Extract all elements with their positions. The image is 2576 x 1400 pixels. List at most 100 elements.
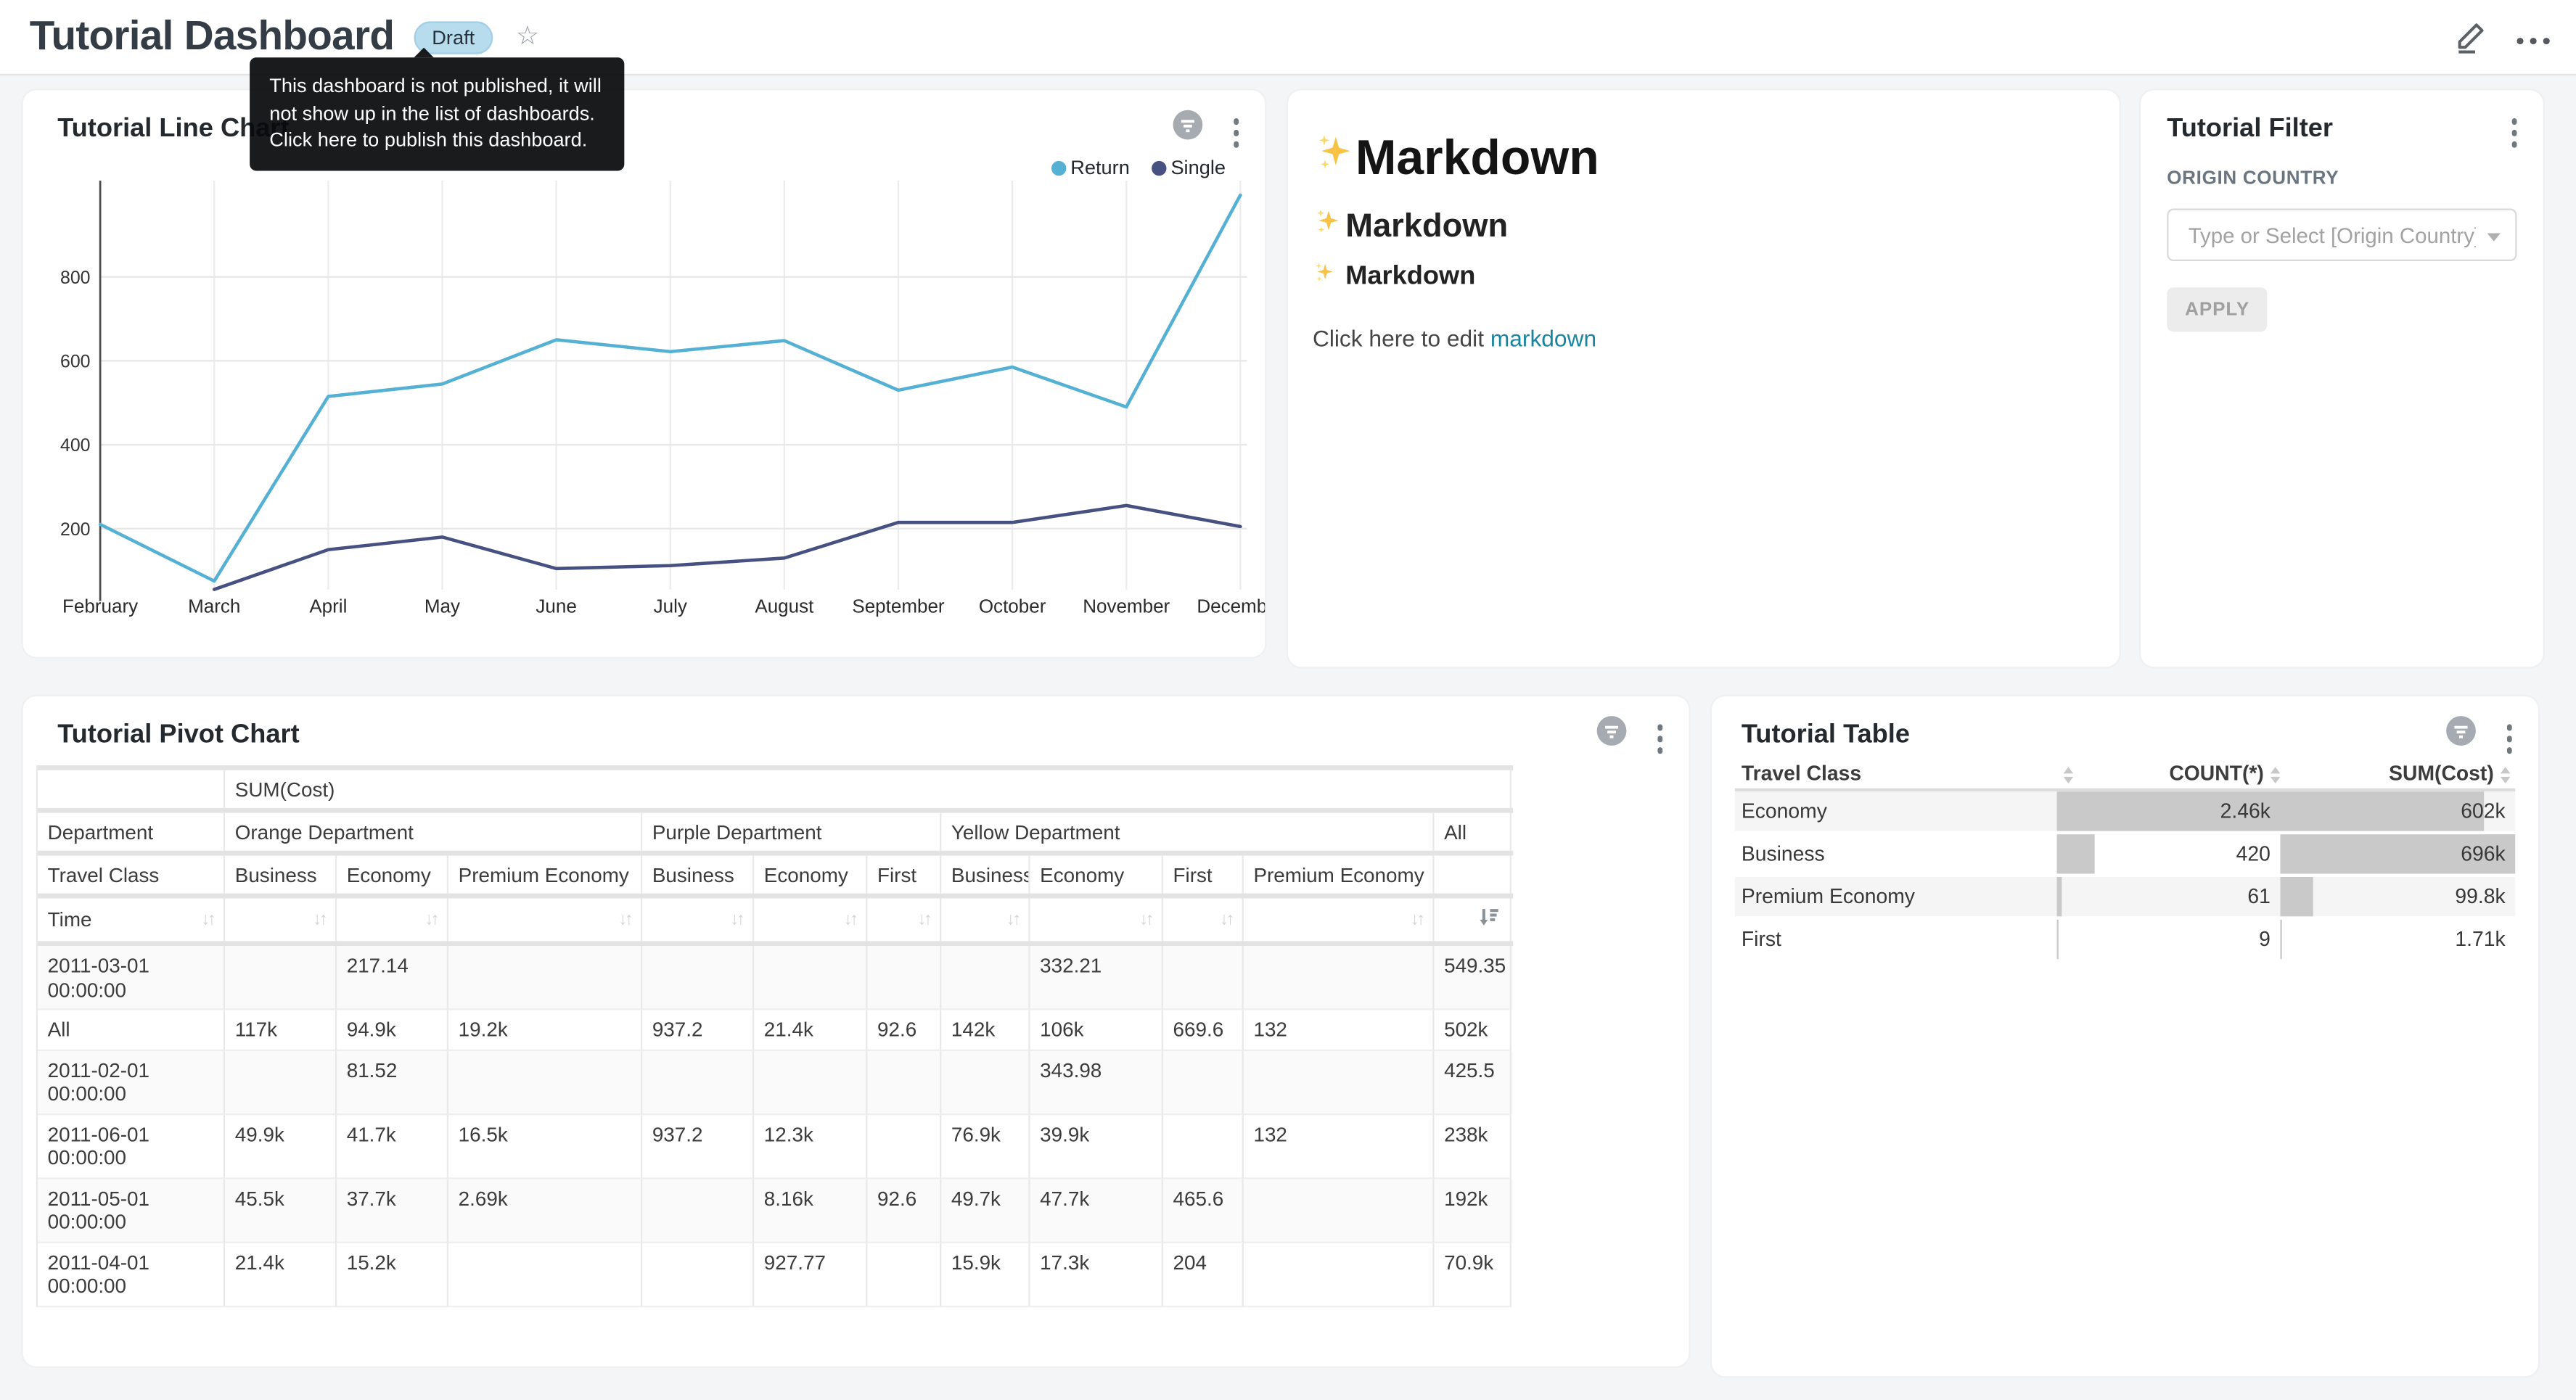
markdown-h1: Markdown [1313,131,1599,187]
column-header-travel-class[interactable]: Travel Class [1742,762,1861,786]
markdown-h3: Markdown [1313,261,1475,292]
pivot-value-cell: 343.98 [1030,1050,1163,1114]
kebab-menu-icon[interactable] [2508,115,2520,150]
sort-icon[interactable] [2501,767,2511,783]
pivot-value-cell: 204 [1163,1243,1244,1306]
sort-icon[interactable]: ↓↑ [618,910,631,929]
pivot-row-key: 2011-04-01 00:00:00 [38,1243,225,1306]
pivot-sort-cell: ↓↑ [448,898,642,941]
pivot-data-row: 2011-04-01 00:00:0021.4k15.2k927.7715.9k… [38,1243,1513,1306]
pivot-value-cell: 45.5k [225,1178,337,1242]
pivot-class-header: Business [642,856,754,894]
edit-dashboard-icon[interactable] [2454,20,2487,62]
pivot-sort-cell: ↓↑ [941,898,1030,941]
pivot-value-cell: 37.7k [337,1178,448,1242]
sort-icon[interactable]: ↓↑ [917,910,930,929]
table-header-row: Travel Class COUNT(*) SUM(Cost) [1735,760,2515,791]
sparkles-icon [1313,261,1336,292]
pivot-row-key: 2011-02-01 00:00:00 [38,1050,225,1114]
pivot-value-cell: 21.4k [754,1010,867,1050]
x-axis-tick-label: August [755,595,814,617]
favorite-star-icon[interactable]: ☆ [516,24,539,50]
x-axis-tick-label: September [852,595,945,617]
table-row[interactable]: Business420696k [1735,834,2515,877]
pivot-class-header: Economy [754,856,867,894]
pivot-sort-cell: ↓↑ [1163,898,1244,941]
pivot-value-cell: 502k [1434,1010,1511,1050]
pivot-value-cell [225,1050,337,1114]
pivot-metric-header: SUM(Cost) [225,770,1511,808]
dashboard-screen: Tutorial Dashboard Draft ☆ This dashboar… [0,0,2576,1400]
sort-descending-icon[interactable] [1479,907,1500,933]
kebab-menu-icon[interactable] [1654,721,1666,757]
table-row[interactable]: Premium Economy6199.8k [1735,877,2515,920]
markdown-card: Markdown Markdown Markdown Click here to… [1288,91,2120,667]
pivot-department-header: Orange Department [225,813,642,851]
pivot-all-header: All [1434,813,1511,851]
pivot-value-cell: 332.21 [1030,946,1163,1010]
filter-indicator-icon[interactable] [2446,716,2476,746]
pivot-value-cell: 217.14 [337,946,448,1010]
sort-icon[interactable] [2271,767,2281,783]
sort-icon[interactable]: ↓↑ [1220,910,1232,929]
filter-card-title: Tutorial Filter [2167,115,2333,144]
pivot-class-header: Premium Economy [448,856,642,894]
pivot-value-cell: 238k [1434,1114,1511,1178]
column-header-count[interactable]: COUNT(*) [2057,762,2264,786]
table-row[interactable]: Economy2.46k602k [1735,791,2515,834]
filter-indicator-icon[interactable] [1597,716,1627,746]
origin-country-select[interactable]: Type or Select [Origin Country] [2167,209,2516,261]
x-axis-tick-label: March [188,595,240,617]
sort-icon[interactable]: ↓↑ [1006,910,1019,929]
pivot-value-cell [448,1050,642,1114]
pivot-value-cell: 12.3k [754,1114,867,1178]
data-table: Travel Class COUNT(*) SUM(Cost) Economy2… [1735,760,2515,962]
markdown-link[interactable]: markdown [1490,325,1596,351]
pivot-value-cell: 81.52 [337,1050,448,1114]
x-axis-tick-label: February [62,595,138,617]
pivot-value-cell [941,1050,1030,1114]
row-separator [38,851,1513,856]
pivot-value-cell: 669.6 [1163,1010,1244,1050]
sort-icon[interactable]: ↓↑ [1411,910,1423,929]
pivot-sort-cell: ↓↑ [867,898,941,941]
pivot-data-row: All117k94.9k19.2k937.221.4k92.6142k106k6… [38,1010,1513,1050]
tooltip-arrow [414,48,434,58]
pivot-value-cell: 70.9k [1434,1243,1511,1306]
sort-icon[interactable]: ↓↑ [844,910,856,929]
pivot-value-cell: 192k [1434,1178,1511,1242]
pivot-sort-cell: ↓↑ [337,898,448,941]
pivot-sort-cell-active [1434,898,1511,941]
apply-button[interactable]: APPLY [2167,287,2268,332]
sum-cell: 1.71k [2280,928,2505,951]
pivot-value-cell [225,946,337,1010]
markdown-paragraph: Click here to edit markdown [1313,325,1596,351]
sort-icon[interactable]: ↓↑ [730,910,742,929]
column-header-sum-cost[interactable]: SUM(Cost) [2280,762,2493,786]
sort-icon[interactable]: ↓↑ [313,910,325,929]
series-line-single [214,506,1240,590]
pivot-value-cell: 92.6 [867,1010,941,1050]
line-chart-plot[interactable]: 200400600800FebruaryMarchAprilMayJuneJul… [23,91,1266,657]
kebab-menu-icon[interactable] [2503,721,2515,757]
pivot-value-cell: 132 [1244,1010,1435,1050]
pivot-department-header: Yellow Department [941,813,1434,851]
pivot-data-row: 2011-03-01 00:00:00217.14332.21549.35 [38,946,1513,1010]
pivot-empty-header [1434,856,1511,894]
line-chart-card: Tutorial Line Chart ReturnSingle 2004006… [23,91,1266,657]
pivot-value-cell: 41.7k [337,1114,448,1178]
sort-icon[interactable]: ↓↑ [1139,910,1152,929]
count-cell: 61 [2057,885,2271,908]
table-row[interactable]: First91.71k [1735,920,2515,963]
sort-icon[interactable]: ↓↑ [424,910,437,929]
sort-icon[interactable]: ↓↑ [201,910,213,929]
travel-class-cell: Premium Economy [1742,885,1915,908]
pivot-value-cell [1244,1050,1435,1114]
travel-class-cell: Business [1742,842,1825,865]
pivot-class-header: First [1163,856,1244,894]
pivot-value-cell: 425.5 [1434,1050,1511,1114]
pivot-value-cell [867,946,941,1010]
pivot-value-cell [1163,1114,1244,1178]
chevron-down-icon [2487,233,2501,241]
more-actions-icon[interactable] [2516,38,2549,44]
